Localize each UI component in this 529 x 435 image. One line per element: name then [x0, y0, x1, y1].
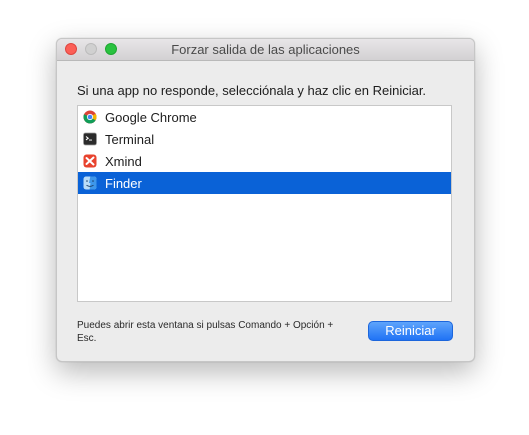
force-quit-window: Forzar salida de las aplicaciones Si una…	[56, 38, 475, 362]
app-name: Terminal	[105, 131, 155, 147]
finder-icon	[83, 176, 97, 190]
shortcut-hint: Puedes abrir esta ventana si pulsas Coma…	[77, 320, 334, 344]
instruction-text: Si una app no responde, selecciónala y h…	[77, 83, 427, 98]
window-title: Forzar salida de las aplicaciones	[171, 42, 360, 57]
chrome-icon	[83, 110, 97, 124]
title-bar[interactable]: Forzar salida de las aplicaciones	[57, 39, 474, 61]
app-row-finder[interactable]: Finder	[78, 172, 451, 194]
app-row-terminal[interactable]: Terminal	[78, 128, 451, 150]
terminal-icon	[83, 132, 97, 146]
app-row-xmind[interactable]: Xmind	[78, 150, 451, 172]
app-name: Google Chrome	[105, 109, 197, 125]
xmind-icon	[83, 154, 97, 168]
app-list[interactable]: Google Chrome Terminal Xmind Finder	[77, 105, 452, 302]
app-name: Xmind	[105, 153, 142, 169]
app-name: Finder	[105, 175, 142, 191]
relaunch-button[interactable]: Reiniciar	[368, 321, 453, 341]
app-row-google-chrome[interactable]: Google Chrome	[78, 106, 451, 128]
